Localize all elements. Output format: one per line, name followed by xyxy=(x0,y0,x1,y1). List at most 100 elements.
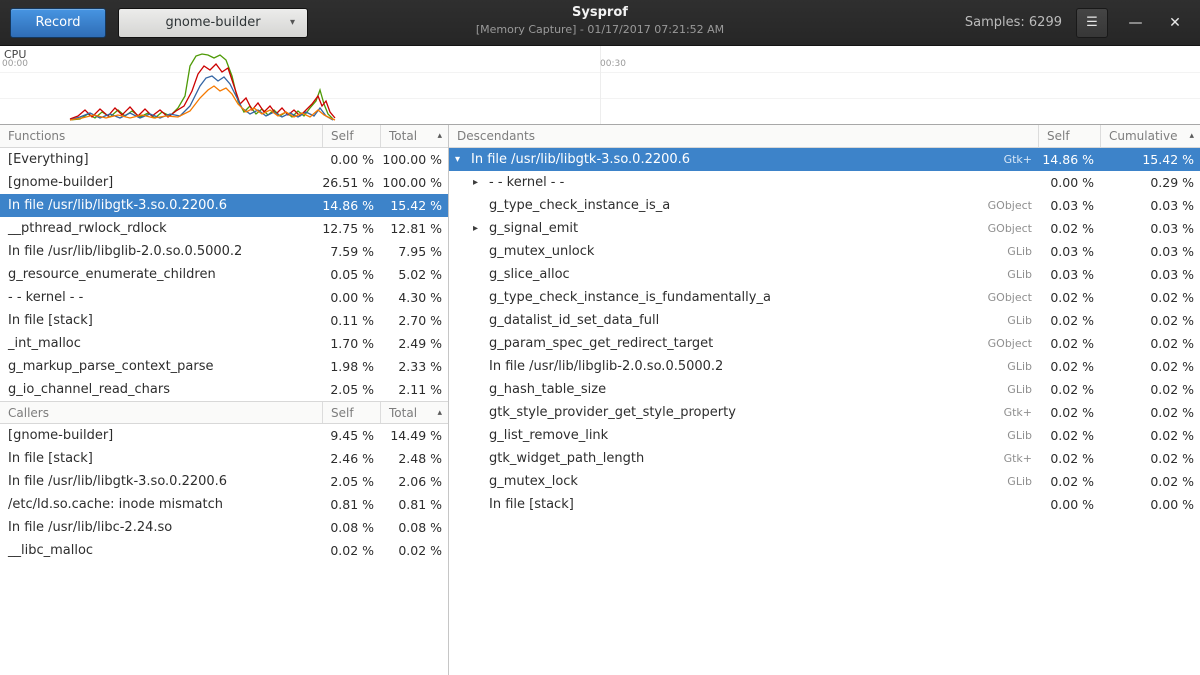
tree-row[interactable]: In file /usr/lib/libglib-2.0.so.0.5000.2… xyxy=(449,355,1200,378)
total-column-header[interactable]: Total ▴ xyxy=(380,402,448,423)
cpu-graph[interactable]: CPU 00:00 00:30 xyxy=(0,46,1200,125)
library-badge: GLib xyxy=(956,470,1032,493)
tree-row[interactable]: g_type_check_instance_is_fundamentally_a… xyxy=(449,286,1200,309)
cumulative-column-header[interactable]: Cumulative ▴ xyxy=(1100,125,1200,147)
table-row[interactable]: - - kernel - -0.00 %4.30 % xyxy=(0,286,448,309)
functions-column-header[interactable]: Functions xyxy=(0,125,322,147)
close-button[interactable]: ✕ xyxy=(1162,8,1188,38)
tree-row[interactable]: g_mutex_unlockGLib0.03 %0.03 % xyxy=(449,240,1200,263)
self-value: 0.00 % xyxy=(322,286,380,309)
table-row[interactable]: g_io_channel_read_chars2.05 %2.11 % xyxy=(0,378,448,401)
function-name: In file /usr/lib/libglib-2.0.so.0.5000.2 xyxy=(0,240,322,263)
self-value: 12.75 % xyxy=(322,217,380,240)
minimize-button[interactable]: — xyxy=(1122,8,1148,38)
library-badge: Gtk+ xyxy=(956,148,1032,171)
descendants-column-header[interactable]: Descendants xyxy=(449,125,1038,147)
tree-row[interactable]: g_type_check_instance_is_aGObject0.03 %0… xyxy=(449,194,1200,217)
table-row[interactable]: __pthread_rwlock_rdlock12.75 %12.81 % xyxy=(0,217,448,240)
total-column-label: Total xyxy=(389,402,417,424)
function-name: /etc/ld.so.cache: inode mismatch xyxy=(0,493,322,516)
window-title-box: Sysprof [Memory Capture] - 01/17/2017 07… xyxy=(476,5,724,37)
total-value: 0.02 % xyxy=(380,539,448,562)
self-value: 0.02 % xyxy=(1038,217,1100,240)
table-row[interactable]: In file /usr/lib/libc-2.24.so0.08 %0.08 … xyxy=(0,516,448,539)
expander-closed-icon[interactable]: ▸ xyxy=(473,171,489,194)
cumulative-value: 0.02 % xyxy=(1100,447,1200,470)
function-name: - - kernel - - xyxy=(489,171,564,194)
table-row[interactable]: g_markup_parse_context_parse1.98 %2.33 % xyxy=(0,355,448,378)
tree-row[interactable]: g_list_remove_linkGLib0.02 %0.02 % xyxy=(449,424,1200,447)
self-column-header[interactable]: Self xyxy=(322,125,380,147)
table-row[interactable]: [Everything]0.00 %100.00 % xyxy=(0,148,448,171)
tree-row[interactable]: ▸g_signal_emitGObject0.02 %0.03 % xyxy=(449,217,1200,240)
header-bar: Record gnome-builder ▾ Sysprof [Memory C… xyxy=(0,0,1200,46)
library-badge: GLib xyxy=(956,240,1032,263)
sort-ascending-icon: ▴ xyxy=(1189,125,1194,147)
tree-row[interactable]: g_datalist_id_set_data_fullGLib0.02 %0.0… xyxy=(449,309,1200,332)
total-value: 7.95 % xyxy=(380,240,448,263)
self-column-header[interactable]: Self xyxy=(322,402,380,423)
library-badge: GLib xyxy=(956,263,1032,286)
record-button[interactable]: Record xyxy=(10,8,106,38)
table-row[interactable]: [gnome-builder]26.51 %100.00 % xyxy=(0,171,448,194)
total-value: 5.02 % xyxy=(380,263,448,286)
total-column-header[interactable]: Total ▴ xyxy=(380,125,448,147)
self-value: 0.02 % xyxy=(1038,378,1100,401)
function-name: In file /usr/lib/libglib-2.0.so.0.5000.2 xyxy=(489,355,723,378)
tree-row[interactable]: g_hash_table_sizeGLib0.02 %0.02 % xyxy=(449,378,1200,401)
sort-ascending-icon: ▴ xyxy=(437,402,442,424)
total-value: 12.81 % xyxy=(380,217,448,240)
function-name: [Everything] xyxy=(0,148,322,171)
tree-row[interactable]: g_mutex_lockGLib0.02 %0.02 % xyxy=(449,470,1200,493)
self-column-header[interactable]: Self xyxy=(1038,125,1100,147)
table-row[interactable]: g_resource_enumerate_children0.05 %5.02 … xyxy=(0,263,448,286)
cumulative-value: 0.02 % xyxy=(1100,424,1200,447)
tree-row[interactable]: ▸- - kernel - -0.00 %0.29 % xyxy=(449,171,1200,194)
tree-row[interactable]: gtk_widget_path_lengthGtk+0.02 %0.02 % xyxy=(449,447,1200,470)
tree-row[interactable]: In file [stack]0.00 %0.00 % xyxy=(449,493,1200,516)
function-name: g_datalist_id_set_data_full xyxy=(489,309,659,332)
cumulative-value: 0.00 % xyxy=(1100,493,1200,516)
function-name: - - kernel - - xyxy=(0,286,322,309)
tree-row[interactable]: g_param_spec_get_redirect_targetGObject0… xyxy=(449,332,1200,355)
self-column-label: Self xyxy=(331,125,354,147)
expander-closed-icon[interactable]: ▸ xyxy=(473,217,489,240)
callers-rows: [gnome-builder]9.45 %14.49 %In file [sta… xyxy=(0,424,448,562)
descendant-name-cell: g_type_check_instance_is_a xyxy=(449,194,956,217)
table-row[interactable]: In file /usr/lib/libgtk-3.so.0.2200.614.… xyxy=(0,194,448,217)
table-row[interactable]: _int_malloc1.70 %2.49 % xyxy=(0,332,448,355)
table-row[interactable]: In file /usr/lib/libgtk-3.so.0.2200.62.0… xyxy=(0,470,448,493)
table-row[interactable]: In file /usr/lib/libglib-2.0.so.0.5000.2… xyxy=(0,240,448,263)
self-value: 0.03 % xyxy=(1038,194,1100,217)
hamburger-icon: ☰ xyxy=(1086,15,1098,30)
function-name: __pthread_rwlock_rdlock xyxy=(0,217,322,240)
function-name: g_io_channel_read_chars xyxy=(0,378,322,401)
self-value: 0.03 % xyxy=(1038,263,1100,286)
total-value: 2.48 % xyxy=(380,447,448,470)
table-row[interactable]: [gnome-builder]9.45 %14.49 % xyxy=(0,424,448,447)
self-value: 0.02 % xyxy=(1038,309,1100,332)
callers-column-header[interactable]: Callers xyxy=(0,402,322,423)
table-row[interactable]: __libc_malloc0.02 %0.02 % xyxy=(0,539,448,562)
cumulative-value: 0.02 % xyxy=(1100,332,1200,355)
self-value: 1.70 % xyxy=(322,332,380,355)
expander-open-icon[interactable]: ▾ xyxy=(455,148,471,171)
tree-row[interactable]: ▾In file /usr/lib/libgtk-3.so.0.2200.6Gt… xyxy=(449,148,1200,171)
menu-button[interactable]: ☰ xyxy=(1076,8,1108,38)
table-row[interactable]: In file [stack]0.11 %2.70 % xyxy=(0,309,448,332)
tree-row[interactable]: g_slice_allocGLib0.03 %0.03 % xyxy=(449,263,1200,286)
function-name: [gnome-builder] xyxy=(0,424,322,447)
table-row[interactable]: In file [stack]2.46 %2.48 % xyxy=(0,447,448,470)
process-selector-dropdown[interactable]: gnome-builder ▾ xyxy=(118,8,308,38)
self-value: 0.02 % xyxy=(1038,447,1100,470)
descendant-name-cell: g_hash_table_size xyxy=(449,378,956,401)
self-value: 0.05 % xyxy=(322,263,380,286)
self-value: 9.45 % xyxy=(322,424,380,447)
table-row[interactable]: /etc/ld.so.cache: inode mismatch0.81 %0.… xyxy=(0,493,448,516)
function-name: In file [stack] xyxy=(0,447,322,470)
descendant-name-cell: ▸- - kernel - - xyxy=(449,171,956,194)
self-value: 0.02 % xyxy=(322,539,380,562)
self-value: 0.00 % xyxy=(1038,171,1100,194)
tree-row[interactable]: gtk_style_provider_get_style_propertyGtk… xyxy=(449,401,1200,424)
descendant-name-cell: In file /usr/lib/libglib-2.0.so.0.5000.2 xyxy=(449,355,956,378)
